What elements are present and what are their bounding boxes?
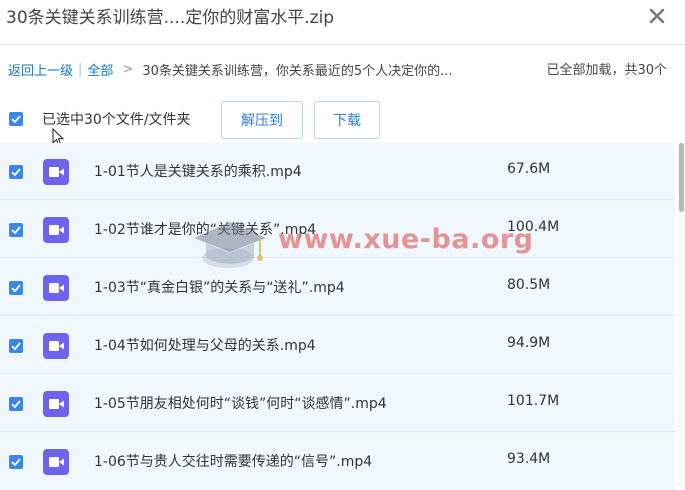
check-icon xyxy=(11,226,21,235)
row-checkbox[interactable] xyxy=(9,165,23,179)
file-row[interactable]: 1-04节如何处理与父母的关系.mp4 94.9M xyxy=(0,317,675,374)
back-link[interactable]: 返回上一级 xyxy=(8,60,73,79)
file-size: 80.5M xyxy=(507,277,551,293)
title-bar: 30条关键关系训练营....定你的财富水平.zip xyxy=(0,0,685,38)
row-checkbox[interactable] xyxy=(9,455,23,469)
file-name[interactable]: 1-06节与贵人交往时需要传递的“信号”.mp4 xyxy=(94,451,372,471)
file-size: 94.9M xyxy=(507,335,551,351)
row-divider xyxy=(0,431,675,432)
breadcrumb-chevron-icon: > xyxy=(122,61,134,77)
selection-count: 已选中30个文件/文件夹 xyxy=(42,112,191,128)
check-icon xyxy=(11,168,21,177)
download-button[interactable]: 下载 xyxy=(314,101,380,139)
file-size: 101.7M xyxy=(507,393,560,409)
breadcrumb-current: 30条关键关系训练营，你关系最近的5个人决定你的... xyxy=(142,63,453,79)
close-icon xyxy=(649,8,665,24)
close-button[interactable] xyxy=(645,4,669,28)
file-row[interactable]: 1-06节与贵人交往时需要传递的“信号”.mp4 93.4M xyxy=(0,433,675,490)
row-divider xyxy=(0,199,675,200)
watermark-text: www.xue-ba.org xyxy=(278,224,534,255)
check-icon xyxy=(11,400,21,409)
watermark: www.xue-ba.org xyxy=(190,212,533,282)
file-list: 1-01节人是关键关系的乘积.mp4 67.6M 1-02节谁才是你的“关键关系… xyxy=(0,143,675,490)
video-file-icon xyxy=(43,391,69,417)
check-icon xyxy=(11,458,21,467)
window-title: 30条关键关系训练营....定你的财富水平.zip xyxy=(6,8,335,28)
video-file-icon xyxy=(43,217,69,243)
row-divider xyxy=(0,373,675,374)
video-file-icon xyxy=(43,449,69,475)
check-icon xyxy=(11,284,21,293)
video-file-icon xyxy=(43,275,69,301)
file-size: 93.4M xyxy=(507,451,551,467)
row-checkbox[interactable] xyxy=(9,281,23,295)
scrollbar-thumb[interactable] xyxy=(679,143,684,212)
file-name[interactable]: 1-04节如何处理与父母的关系.mp4 xyxy=(94,335,316,355)
file-name[interactable]: 1-01节人是关键关系的乘积.mp4 xyxy=(94,161,302,181)
file-name[interactable]: 1-05节朋友相处何时“谈钱”何时“谈感情”.mp4 xyxy=(94,393,387,413)
select-all-checkbox[interactable] xyxy=(9,112,23,126)
video-file-icon xyxy=(43,333,69,359)
row-divider xyxy=(0,315,675,316)
check-icon xyxy=(11,115,21,124)
check-icon xyxy=(11,342,21,351)
breadcrumb: 返回上一级 | 全部 > 30条关键关系训练营，你关系最近的5个人决定你的... xyxy=(8,59,453,79)
header-divider xyxy=(0,44,685,45)
file-row[interactable]: 1-01节人是关键关系的乘积.mp4 67.6M xyxy=(0,143,675,200)
row-checkbox[interactable] xyxy=(9,339,23,353)
video-file-icon xyxy=(43,159,69,185)
file-row[interactable]: 1-05节朋友相处何时“谈钱”何时“谈感情”.mp4 101.7M xyxy=(0,375,675,432)
extract-button[interactable]: 解压到 xyxy=(221,101,303,139)
file-size: 67.6M xyxy=(507,161,551,177)
load-status: 已全部加载，共30个 xyxy=(546,63,667,78)
row-checkbox[interactable] xyxy=(9,397,23,411)
all-link[interactable]: 全部 xyxy=(87,60,113,79)
breadcrumb-separator: | xyxy=(78,61,83,77)
graduation-cap-logo-icon xyxy=(194,222,266,268)
row-checkbox[interactable] xyxy=(9,223,23,237)
